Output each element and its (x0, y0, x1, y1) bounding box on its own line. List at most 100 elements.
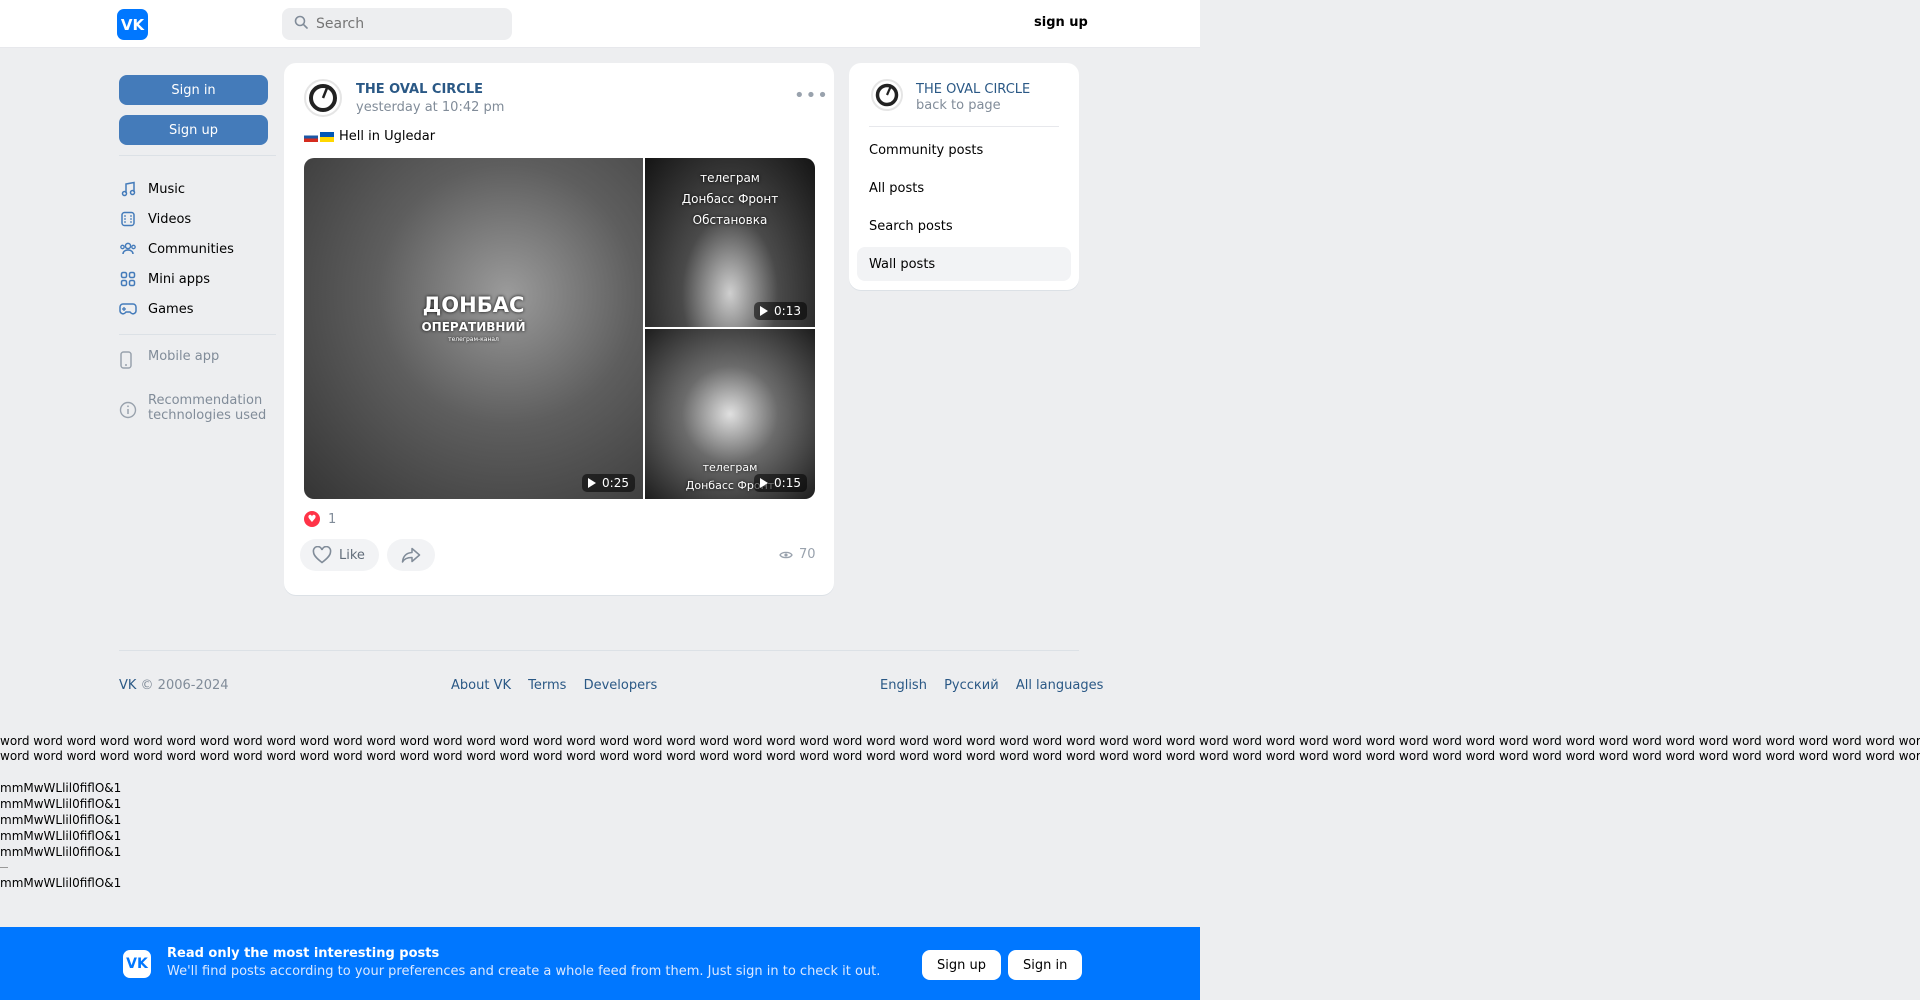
filler-words-line: word word word word word word word word … (0, 734, 1920, 748)
footer-copyright: VK © 2006-2024 (119, 678, 229, 693)
top-bar: VK sign up (0, 0, 1200, 48)
sidebar-item-label: Communities (148, 241, 234, 257)
reactions[interactable]: ♥ 1 (304, 511, 336, 527)
video-caption: телеграм (700, 171, 760, 185)
video-thumbnail[interactable]: телеграм Донбасс Фронт 0:15 (645, 329, 815, 499)
avatar[interactable] (871, 79, 903, 111)
games-icon (119, 300, 137, 318)
video-caption: телеграм-канал (448, 336, 499, 343)
footer-links: About VK Terms Developers (451, 678, 670, 693)
glyph-line: mmMwWLlil0fiflO&1 (0, 876, 122, 890)
left-sidebar: Sign in Sign up Music Videos Communities… (119, 75, 276, 423)
music-icon (119, 180, 137, 198)
sidebar-item-music[interactable]: Music (119, 174, 276, 204)
sidebar-item-videos[interactable]: Videos (119, 204, 276, 234)
more-icon[interactable]: ••• (794, 85, 829, 106)
language-english[interactable]: English (880, 678, 927, 693)
menu-item-all-posts[interactable]: All posts (857, 171, 1071, 205)
glyph-test: mmMwWLlil0fiflO&1 mmMwWLlil0fiflO&1 mmMw… (0, 780, 121, 891)
video-caption: телеграм (702, 461, 758, 474)
mobile-app-label: Mobile app (148, 349, 220, 364)
glyph-line: mmMwWLlil0fiflO&1 (0, 797, 122, 811)
footer-link-terms[interactable]: Terms (528, 678, 566, 693)
copyright-text: © 2006-2024 (136, 678, 229, 693)
play-icon (760, 478, 769, 488)
search-icon (294, 15, 308, 33)
heart-icon: ♥ (304, 511, 320, 527)
video-caption: Донбасс Фронт (681, 192, 779, 206)
banner-subtitle: We'll find posts according to your prefe… (167, 964, 881, 979)
recommendation-label: Recommendation technologies used (148, 393, 267, 423)
communities-icon (119, 240, 137, 258)
recommendation-link[interactable]: Recommendation technologies used (119, 393, 276, 423)
divider (119, 155, 276, 156)
heart-outline-icon (312, 546, 332, 564)
banner-title: Read only the most interesting posts (167, 946, 440, 961)
filler-words: word word word word word word word word … (0, 734, 1920, 764)
video-thumbnail[interactable]: телеграм Донбасс Фронт Обстановка 0:13 (645, 158, 815, 327)
right-panel: THE OVAL CIRCLE back to page Community p… (849, 63, 1079, 290)
footer-link-about[interactable]: About VK (451, 678, 511, 693)
post-time[interactable]: yesterday at 10:42 pm (356, 100, 504, 115)
glyph-line: mmMwWLlil0fiflO&1 (0, 813, 122, 827)
video-caption: ОПЕРАТИВНИЙ (421, 320, 526, 334)
footer-divider (119, 650, 1079, 651)
community-name[interactable]: THE OVAL CIRCLE (916, 82, 1030, 97)
video-thumbnail[interactable]: ДОНБАС ОПЕРАТИВНИЙ телеграм-канал 0:25 (304, 158, 643, 499)
search-box[interactable] (282, 8, 512, 40)
likes-count: 1 (328, 511, 337, 527)
ukraine-flag-icon (320, 131, 334, 142)
vk-link[interactable]: VK (119, 678, 136, 693)
glyph-line: mmMwWLlil0fiflO&1 (0, 781, 122, 795)
banner-signup-button[interactable]: Sign up (922, 950, 1001, 980)
divider (119, 334, 276, 335)
menu-item-search-posts[interactable]: Search posts (857, 209, 1071, 243)
video-duration: 0:15 (754, 474, 807, 492)
sidebar-item-label: Music (148, 181, 185, 197)
menu-item-community-posts[interactable]: Community posts (857, 133, 1071, 167)
divider (869, 126, 1059, 127)
post-text: Hell in Ugledar (304, 129, 435, 144)
language-russian[interactable]: Русский (944, 678, 999, 693)
mobile-app-link[interactable]: Mobile app (119, 349, 276, 369)
video-duration: 0:25 (582, 474, 635, 492)
footer-languages: English Русский All languages (880, 678, 1103, 693)
glyph-separator (0, 867, 8, 868)
glyph-line: mmMwWLlil0fiflO&1 (0, 829, 122, 843)
post-author[interactable]: THE OVAL CIRCLE (356, 82, 483, 97)
eye-icon (779, 550, 793, 560)
filler-words-line: word word word word word word word word … (0, 749, 1920, 763)
signup-link[interactable]: sign up (1034, 15, 1088, 30)
language-all[interactable]: All languages (1016, 678, 1104, 693)
menu-item-wall-posts[interactable]: Wall posts (857, 247, 1071, 281)
info-icon (119, 401, 137, 419)
sidebar-item-communities[interactable]: Communities (119, 234, 276, 264)
video-caption: ДОНБАС (422, 293, 525, 317)
glyph-line: mmMwWLlil0fiflO&1 (0, 845, 122, 859)
like-button[interactable]: Like (300, 539, 379, 571)
phone-icon (119, 351, 137, 369)
vk-logo: VK (123, 950, 151, 978)
like-label: Like (339, 547, 365, 563)
sidebar-item-label: Games (148, 301, 194, 317)
vk-logo[interactable]: VK (117, 9, 148, 40)
sidebar-item-mini-apps[interactable]: Mini apps (119, 264, 276, 294)
sidebar-item-label: Videos (148, 211, 192, 227)
post-text-label: Hell in Ugledar (339, 129, 436, 144)
footer-link-developers[interactable]: Developers (584, 678, 658, 693)
mini-apps-icon (119, 270, 137, 288)
signin-button[interactable]: Sign in (119, 75, 268, 105)
sidebar-item-games[interactable]: Games (119, 294, 276, 324)
video-caption: Обстановка (692, 213, 768, 227)
play-icon (760, 306, 769, 316)
video-duration: 0:13 (754, 302, 807, 320)
share-icon (401, 547, 421, 563)
search-input[interactable] (316, 16, 496, 32)
back-to-page-link[interactable]: back to page (916, 98, 1001, 113)
share-button[interactable] (387, 539, 435, 571)
signup-button[interactable]: Sign up (119, 115, 268, 145)
sidebar-item-label: Mini apps (148, 271, 211, 287)
banner-signin-button[interactable]: Sign in (1008, 950, 1083, 980)
avatar[interactable] (304, 79, 342, 117)
videos-icon (119, 210, 137, 228)
